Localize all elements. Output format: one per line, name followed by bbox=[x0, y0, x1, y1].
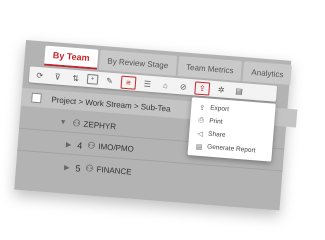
row-index: 4 bbox=[76, 139, 83, 151]
refresh-icon[interactable]: ⟳ bbox=[33, 69, 47, 81]
chevron-right-icon[interactable]: ▶ bbox=[64, 163, 70, 171]
filter-icon[interactable]: ⊽ bbox=[51, 71, 65, 83]
tab-team-metrics[interactable]: Team Metrics bbox=[177, 56, 243, 81]
expand-icon[interactable]: + bbox=[86, 73, 99, 85]
app-panel: By Team By Review Stage Team Metrics Ana… bbox=[14, 40, 298, 211]
menu-item-label: Print bbox=[208, 117, 223, 126]
breadcrumb: Project > Work Stream > Sub-Tea bbox=[51, 94, 171, 114]
attachment-icon[interactable]: ⊘ bbox=[176, 80, 190, 92]
export-icon: ⇪ bbox=[199, 104, 206, 112]
list-item[interactable]: ▶ 5 ⚇ FINANCE bbox=[64, 161, 132, 177]
edit-icon[interactable]: ✎ bbox=[103, 75, 117, 87]
clipboard-icon[interactable]: ▤ bbox=[232, 85, 246, 97]
share-icon: ◁ bbox=[197, 130, 204, 138]
settings-icon[interactable]: ✲ bbox=[214, 83, 228, 95]
chevron-down-icon[interactable]: ▼ bbox=[59, 119, 66, 127]
screenshot-stage: By Team By Review Stage Team Metrics Ana… bbox=[0, 0, 325, 240]
list-item[interactable]: ▶ 4 ⚇ IMO/PMO bbox=[66, 138, 135, 154]
list-item[interactable]: ▼ ⚇ ZEPHYR bbox=[59, 117, 116, 132]
people-icon: ⚇ bbox=[85, 163, 94, 174]
sort-icon[interactable]: ⇅ bbox=[69, 72, 83, 84]
select-all-checkbox[interactable] bbox=[31, 92, 42, 104]
share-dropdown-menu: ⇪ Export ⎙ Print ◁ Share ▤ Generate Repo… bbox=[187, 97, 276, 162]
row-label: ZEPHYR bbox=[83, 119, 117, 132]
report-icon: ▤ bbox=[195, 143, 203, 151]
team-icon: ⚇ bbox=[72, 117, 82, 129]
tab-by-team[interactable]: By Team bbox=[44, 45, 99, 70]
row-label: IMO/PMO bbox=[97, 142, 135, 154]
tab-analytics[interactable]: Analytics bbox=[242, 61, 293, 85]
row-index: 5 bbox=[75, 162, 81, 174]
row-label: FINANCE bbox=[96, 164, 132, 177]
share-icon[interactable]: ⇪ bbox=[194, 80, 211, 96]
list-view-icon[interactable]: ≡ bbox=[120, 75, 137, 90]
print-icon: ⎙ bbox=[198, 116, 205, 124]
chevron-right-icon[interactable]: ▶ bbox=[66, 140, 72, 148]
columns-icon[interactable]: ☰ bbox=[141, 78, 155, 90]
people-icon: ⚇ bbox=[86, 140, 96, 151]
menu-item-label: Share bbox=[207, 130, 226, 139]
lock-icon[interactable]: ⌂ bbox=[158, 79, 172, 91]
menu-item-label: Generate Report bbox=[206, 143, 256, 155]
menu-item-label: Export bbox=[209, 104, 230, 114]
